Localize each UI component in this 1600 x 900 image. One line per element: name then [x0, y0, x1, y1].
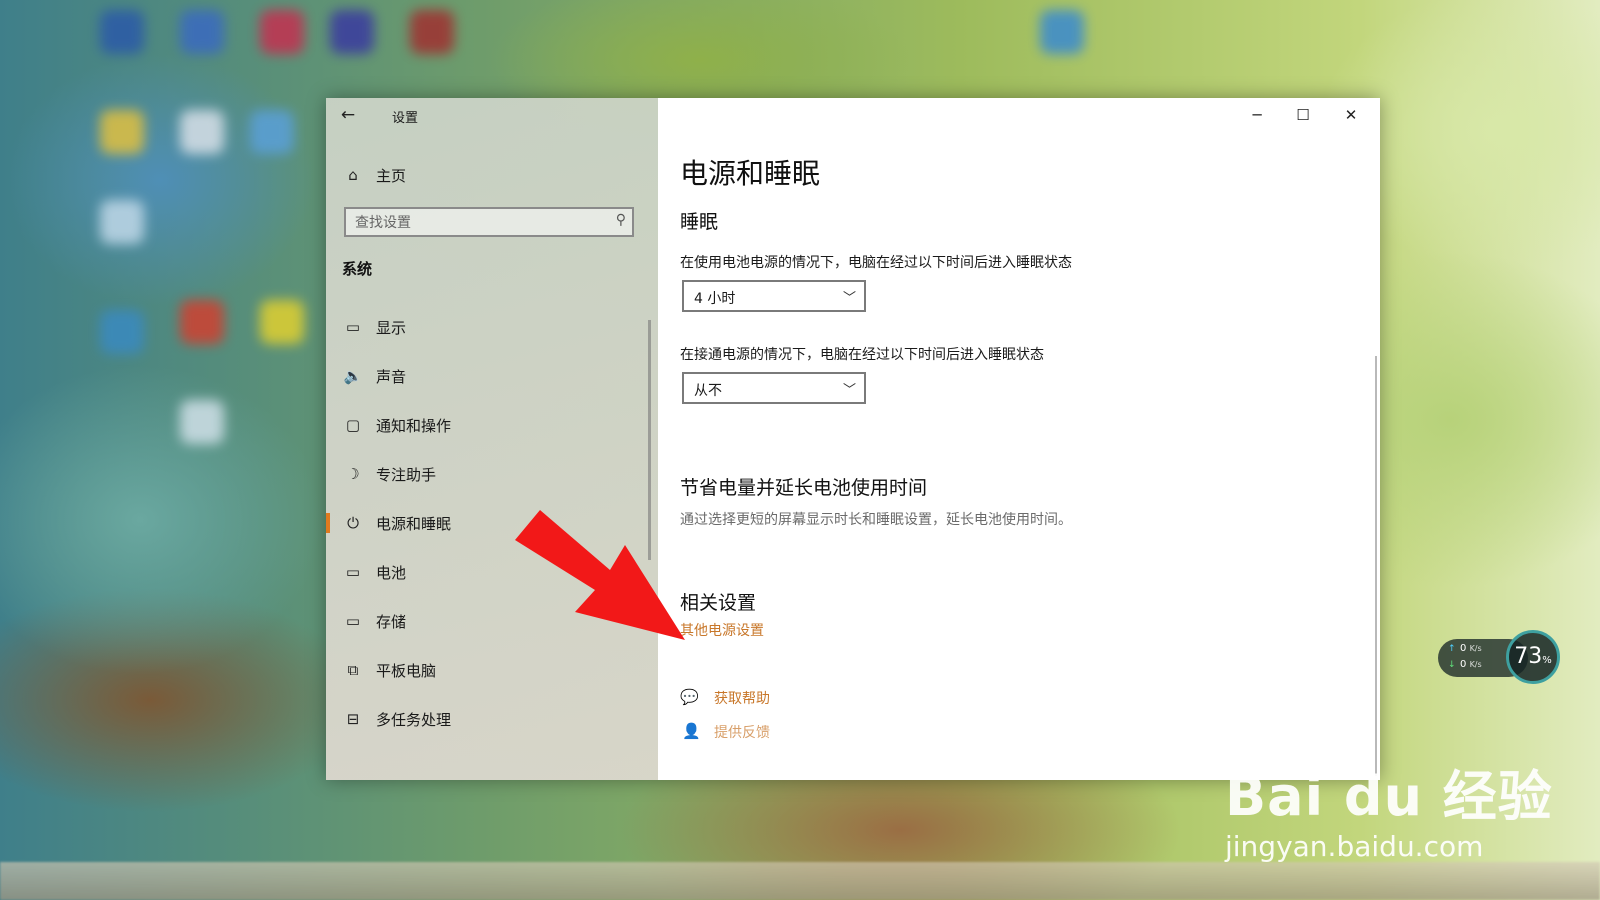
network-speed-widget[interactable]: ↑ 0 K/s ↓ 0 K/s 73%	[1438, 630, 1566, 684]
power-icon: ⏻	[347, 514, 359, 532]
watermark-logo: Bai du 经验	[1225, 765, 1553, 828]
sidebar: ← 设置 ⌂ 主页 ⚲ 系统 ▭ 显示 🔈 声音 ▢ 通知和操作 ☽ 专注助手	[326, 98, 658, 780]
window-title: 设置	[392, 111, 419, 126]
sidebar-item-label: 声音	[376, 367, 407, 386]
sleep-heading: 睡眠	[680, 211, 719, 233]
close-icon: ✕	[1344, 106, 1358, 124]
sidebar-item-label: 存储	[376, 612, 407, 631]
sidebar-item-tablet[interactable]: ⧉ 平板电脑	[342, 657, 436, 683]
save-power-heading: 节省电量并延长电池使用时间	[680, 477, 928, 499]
desktop-icon	[180, 400, 224, 444]
taskbar	[0, 862, 1600, 900]
maximize-button[interactable]: ☐	[1280, 100, 1326, 130]
plugged-sleep-label: 在接通电源的情况下，电脑在经过以下时间后进入睡眠状态	[680, 347, 1044, 363]
search-input[interactable]	[346, 209, 607, 237]
chevron-down-icon: ﹀	[842, 291, 856, 306]
home-icon: ⌂	[348, 166, 358, 184]
battery-sleep-label: 在使用电池电源的情况下，电脑在经过以下时间后进入睡眠状态	[680, 255, 1072, 271]
desktop-icon	[260, 10, 304, 54]
desktop-icon	[180, 300, 224, 344]
dropdown-value: 4 小时	[694, 291, 736, 307]
battery-sleep-dropdown[interactable]: 4 小时 ﹀	[682, 280, 866, 312]
speed-unit: K/s	[1469, 644, 1482, 653]
minimize-icon: ─	[1252, 106, 1262, 124]
percent-sign: %	[1542, 655, 1552, 666]
desktop-icon	[1040, 10, 1084, 54]
chevron-down-icon: ﹀	[842, 383, 856, 398]
search-box[interactable]: ⚲	[344, 207, 634, 237]
download-arrow-icon: ↓	[1448, 660, 1456, 670]
settings-window: ← 设置 ⌂ 主页 ⚲ 系统 ▭ 显示 🔈 声音 ▢ 通知和操作 ☽ 专注助手	[326, 98, 1380, 780]
help-icon: 💬	[680, 688, 699, 706]
sidebar-item-label: 平板电脑	[376, 661, 437, 680]
desktop-icon	[100, 200, 144, 244]
desktop-icon	[250, 110, 294, 154]
page-title: 电源和睡眠	[680, 157, 821, 190]
multitask-icon: ⊟	[346, 710, 360, 728]
memory-usage-gauge: 73%	[1506, 630, 1560, 684]
sidebar-item-label: 多任务处理	[376, 710, 452, 729]
moon-icon: ☽	[346, 465, 360, 483]
sidebar-item-label: 通知和操作	[376, 416, 452, 435]
desktop-icon	[260, 300, 304, 344]
sidebar-item-notifications[interactable]: ▢ 通知和操作	[342, 412, 451, 438]
get-help-link[interactable]: 获取帮助	[714, 688, 770, 708]
feedback-icon: 👤	[682, 722, 701, 740]
upload-arrow-icon: ↑	[1448, 644, 1456, 654]
sidebar-item-focus-assist[interactable]: ☽ 专注助手	[342, 461, 436, 487]
sidebar-scrollbar[interactable]	[648, 320, 651, 560]
main-panel: ─ ☐ ✕ 电源和睡眠 睡眠 在使用电池电源的情况下，电脑在经过以下时间后进入睡…	[658, 98, 1380, 780]
sidebar-item-power-sleep[interactable]: ⏻ 电源和睡眠	[326, 510, 452, 536]
usage-percent: 73	[1514, 644, 1543, 669]
sidebar-item-display[interactable]: ▭ 显示	[342, 314, 406, 340]
desktop-icon	[410, 10, 454, 54]
sidebar-item-label: 电池	[376, 563, 407, 582]
title-bar: ← 设置	[326, 98, 658, 132]
sidebar-item-storage[interactable]: ▭ 存储	[342, 608, 406, 634]
storage-icon: ▭	[345, 612, 361, 630]
upload-speed: 0	[1460, 643, 1467, 654]
sidebar-item-label: 电源和睡眠	[376, 514, 452, 533]
search-icon[interactable]: ⚲	[616, 212, 626, 228]
speed-unit: K/s	[1469, 660, 1482, 669]
close-button[interactable]: ✕	[1328, 100, 1374, 130]
sidebar-item-home[interactable]: ⌂ 主页	[342, 162, 406, 188]
sidebar-item-sound[interactable]: 🔈 声音	[342, 363, 406, 389]
sidebar-item-label: 显示	[376, 318, 407, 337]
plugged-sleep-dropdown[interactable]: 从不 ﹀	[682, 372, 866, 404]
back-button[interactable]: ←	[334, 102, 362, 128]
tablet-icon: ⧉	[347, 661, 359, 679]
baidu-watermark: Bai du 经验 jingyan.baidu.com	[1225, 752, 1553, 863]
desktop-icon	[100, 10, 144, 54]
download-speed: 0	[1460, 659, 1467, 670]
related-settings-heading: 相关设置	[680, 592, 757, 614]
sidebar-item-label: 专注助手	[376, 465, 437, 484]
notification-icon: ▢	[345, 416, 361, 434]
sidebar-item-battery[interactable]: ▭ 电池	[342, 559, 406, 585]
desktop-icon	[330, 10, 374, 54]
minimize-button[interactable]: ─	[1234, 100, 1280, 130]
main-scrollbar[interactable]	[1375, 356, 1377, 776]
battery-icon: ▭	[345, 563, 361, 581]
dropdown-value: 从不	[694, 383, 722, 399]
maximize-icon: ☐	[1296, 106, 1310, 124]
section-title: 系统	[342, 260, 373, 278]
back-arrow-icon: ←	[340, 105, 356, 125]
sidebar-item-label: 主页	[376, 166, 407, 185]
sidebar-item-multitasking[interactable]: ⊟ 多任务处理	[342, 706, 451, 732]
give-feedback-link[interactable]: 提供反馈	[714, 722, 770, 742]
desktop-icon	[100, 310, 144, 354]
speaker-icon: 🔈	[343, 367, 363, 385]
additional-power-settings-link[interactable]: 其他电源设置	[680, 620, 764, 640]
desktop-icon	[180, 110, 224, 154]
watermark-url: jingyan.baidu.com	[1225, 830, 1484, 863]
monitor-icon: ▭	[345, 318, 361, 336]
desktop-icon	[180, 10, 224, 54]
save-power-description: 通过选择更短的屏幕显示时长和睡眠设置，延长电池使用时间。	[680, 512, 1072, 528]
desktop-icon	[100, 110, 144, 154]
